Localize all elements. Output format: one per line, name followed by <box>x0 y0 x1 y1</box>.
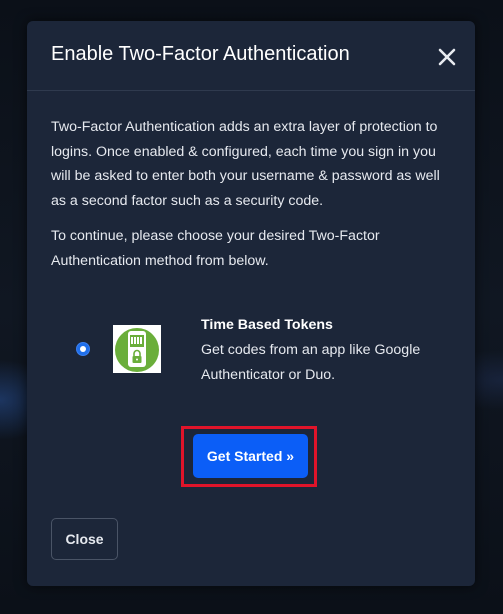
modal-header: Enable Two-Factor Authentication <box>27 21 475 91</box>
method-description: Get codes from an app like Google Authen… <box>201 342 421 383</box>
two-factor-modal: Enable Two-Factor Authentication Two-Fac… <box>27 21 475 586</box>
get-started-button[interactable]: Get Started » <box>193 434 308 478</box>
intro-paragraph: Two-Factor Authentication adds an extra … <box>51 119 440 209</box>
method-radio[interactable] <box>76 342 90 356</box>
modal-title: Enable Two-Factor Authentication <box>51 43 350 65</box>
method-title: Time Based Tokens <box>201 317 333 333</box>
close-button[interactable]: Close <box>51 518 118 560</box>
time-based-token-phone-icon <box>113 325 161 373</box>
close-icon[interactable] <box>433 43 461 71</box>
choose-method-paragraph: To continue, please choose your desired … <box>51 228 380 269</box>
